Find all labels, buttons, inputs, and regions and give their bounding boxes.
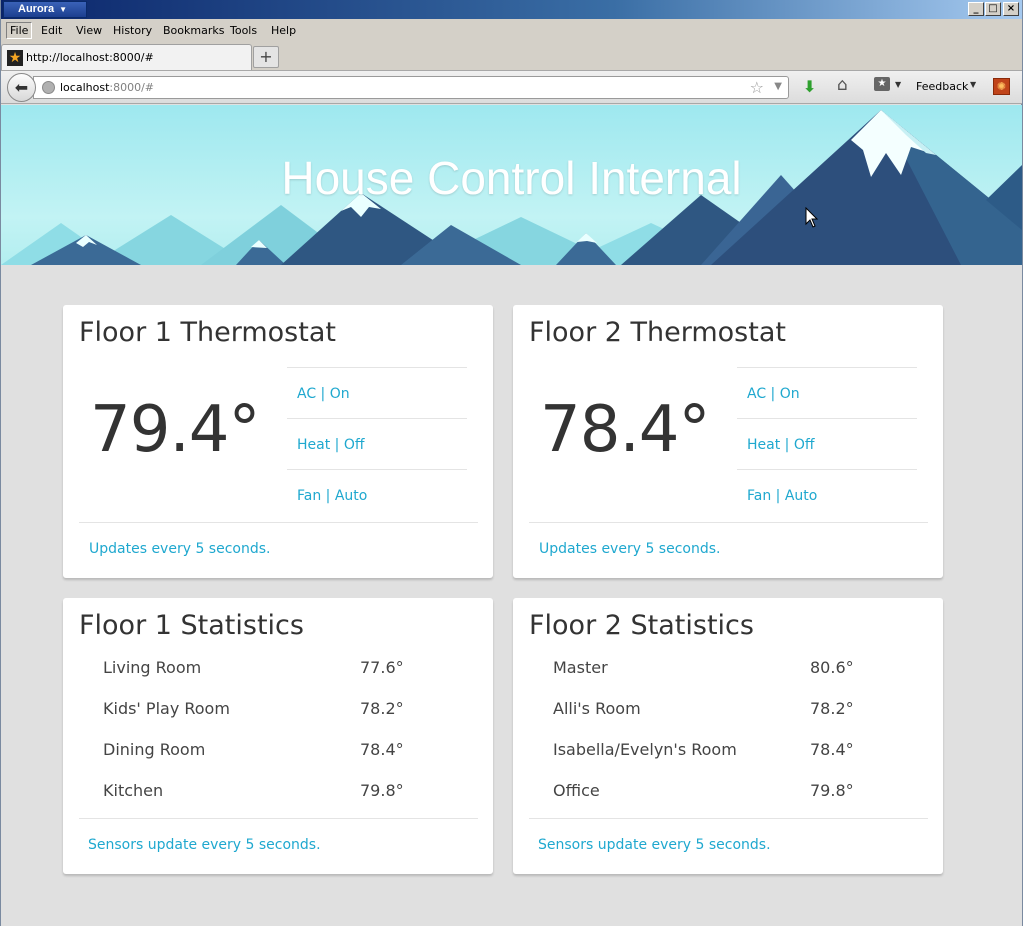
room-row: Master 80.6°: [553, 658, 854, 678]
mode-heat-label[interactable]: Heat | Off: [747, 437, 815, 453]
statistics-card-floor-1: Floor 1 Statistics Living Room 77.6° Kid…: [63, 598, 493, 874]
new-tab-button[interactable]: +: [253, 46, 279, 68]
thermostat-mode-list: AC | On Heat | Off Fan | Auto: [287, 367, 467, 520]
room-temperature: 78.2°: [360, 699, 404, 718]
room-name: Master: [553, 658, 608, 677]
title-bar: Aurora ▼ _ □ ×: [1, 0, 1022, 19]
room-name: Living Room: [103, 658, 202, 677]
app-name: Aurora: [18, 3, 55, 15]
room-temperature: 79.8°: [360, 781, 404, 800]
card-divider: [79, 522, 478, 523]
feedback-caret-icon[interactable]: ▼: [970, 80, 976, 89]
mode-heat[interactable]: Heat | Off: [287, 418, 467, 469]
download-icon[interactable]: ⬇: [803, 77, 816, 96]
mouse-cursor-icon: [805, 207, 819, 228]
tab-title: http://localhost:8000/#: [26, 51, 154, 64]
app-menu-button[interactable]: Aurora ▼: [3, 1, 87, 18]
home-icon[interactable]: ⌂: [837, 75, 848, 95]
bookmark-star-icon[interactable]: ☆: [750, 78, 764, 97]
room-name: Dining Room: [103, 740, 206, 759]
mode-ac-label[interactable]: AC | On: [747, 386, 800, 402]
feedback-button[interactable]: Feedback: [916, 80, 968, 93]
update-note[interactable]: Updates every 5 seconds.: [89, 541, 270, 557]
thermostat-temperature: 79.4°: [90, 393, 260, 467]
banner-title: House Control Internal: [281, 152, 742, 204]
menu-file[interactable]: File: [6, 22, 33, 39]
room-temperature: 78.2°: [810, 699, 854, 718]
back-arrow-icon: ⬅: [14, 78, 29, 97]
dashboard-content: Floor 1 Thermostat 79.4° AC | On Heat | …: [1, 265, 1022, 926]
mode-fan[interactable]: Fan | Auto: [737, 469, 917, 520]
room-name: Office: [553, 781, 600, 800]
header-banner: House Control Internal: [1, 105, 1022, 265]
sensor-update-note[interactable]: Sensors update every 5 seconds.: [538, 837, 771, 853]
extension-icon[interactable]: ✺: [993, 78, 1010, 95]
room-row: Kitchen 79.8°: [103, 781, 404, 801]
mode-ac-label[interactable]: AC | On: [297, 386, 350, 402]
minimize-button[interactable]: _: [968, 2, 984, 16]
menu-view[interactable]: View: [73, 23, 105, 38]
app-menu-caret-icon: ▼: [59, 5, 67, 14]
thermostat-mode-list: AC | On Heat | Off Fan | Auto: [737, 367, 917, 520]
url-dropdown-icon[interactable]: ▼: [774, 81, 782, 92]
update-note[interactable]: Updates every 5 seconds.: [539, 541, 720, 557]
room-row: Kids' Play Room 78.2°: [103, 699, 404, 719]
thermostat-title: Floor 2 Thermostat: [529, 317, 786, 348]
mode-ac[interactable]: AC | On: [737, 367, 917, 418]
room-temperature: 78.4°: [360, 740, 404, 759]
nav-bar: localhost:8000/# ☆ ▼ ⬅ ⬇ ⌂ ★ ▼ Feedback …: [1, 70, 1022, 104]
sensor-update-note[interactable]: Sensors update every 5 seconds.: [88, 837, 321, 853]
room-name: Isabella/Evelyn's Room: [553, 740, 737, 759]
thermostat-card-floor-2: Floor 2 Thermostat 78.4° AC | On Heat | …: [513, 305, 943, 578]
tab-localhost[interactable]: ★ http://localhost:8000/#: [1, 44, 252, 70]
statistics-title: Floor 2 Statistics: [529, 610, 754, 641]
room-temperature: 79.8°: [810, 781, 854, 800]
room-temperature: 80.6°: [810, 658, 854, 677]
bookmarks-menu-icon[interactable]: ★: [874, 77, 890, 91]
back-button[interactable]: ⬅: [7, 73, 36, 102]
url-host: localhost: [60, 81, 110, 94]
thermostat-title: Floor 1 Thermostat: [79, 317, 336, 348]
menu-edit[interactable]: Edit: [38, 23, 65, 38]
close-button[interactable]: ×: [1003, 2, 1019, 16]
thermostat-temperature: 78.4°: [540, 393, 710, 467]
room-name: Alli's Room: [553, 699, 641, 718]
tab-strip: ★ http://localhost:8000/# +: [1, 42, 1022, 70]
room-temperature: 77.6°: [360, 658, 404, 677]
maximize-button[interactable]: □: [985, 2, 1001, 16]
room-row: Alli's Room 78.2°: [553, 699, 854, 719]
statistics-title: Floor 1 Statistics: [79, 610, 304, 641]
menu-history[interactable]: History: [110, 23, 155, 38]
room-temperature: 78.4°: [810, 740, 854, 759]
room-name: Kitchen: [103, 781, 164, 800]
room-row: Isabella/Evelyn's Room 78.4°: [553, 740, 854, 760]
card-divider: [79, 818, 478, 819]
room-row: Office 79.8°: [553, 781, 854, 801]
card-divider: [529, 818, 928, 819]
menu-tools[interactable]: Tools: [227, 23, 260, 38]
mode-fan-label[interactable]: Fan | Auto: [747, 488, 817, 504]
mode-heat-label[interactable]: Heat | Off: [297, 437, 365, 453]
mode-heat[interactable]: Heat | Off: [737, 418, 917, 469]
menu-bookmarks[interactable]: Bookmarks: [160, 23, 227, 38]
browser-window: Aurora ▼ _ □ × File Edit View History Boo…: [0, 0, 1023, 926]
room-row: Living Room 77.6°: [103, 658, 404, 678]
url-bar[interactable]: localhost:8000/# ☆ ▼: [33, 76, 789, 99]
room-row: Dining Room 78.4°: [103, 740, 404, 760]
url-text[interactable]: localhost:8000/#: [60, 81, 154, 94]
favicon-icon: ★: [7, 50, 23, 66]
card-divider: [529, 522, 928, 523]
bookmarks-caret-icon[interactable]: ▼: [895, 80, 901, 89]
mode-fan-label[interactable]: Fan | Auto: [297, 488, 367, 504]
globe-icon: [42, 81, 55, 94]
room-name: Kids' Play Room: [103, 699, 230, 718]
menu-help[interactable]: Help: [268, 23, 299, 38]
mode-fan[interactable]: Fan | Auto: [287, 469, 467, 520]
statistics-card-floor-2: Floor 2 Statistics Master 80.6° Alli's R…: [513, 598, 943, 874]
menu-bar: File Edit View History Bookmarks Tools H…: [1, 19, 1022, 42]
mode-ac[interactable]: AC | On: [287, 367, 467, 418]
url-path: :8000/#: [109, 81, 155, 94]
thermostat-card-floor-1: Floor 1 Thermostat 79.4° AC | On Heat | …: [63, 305, 493, 578]
